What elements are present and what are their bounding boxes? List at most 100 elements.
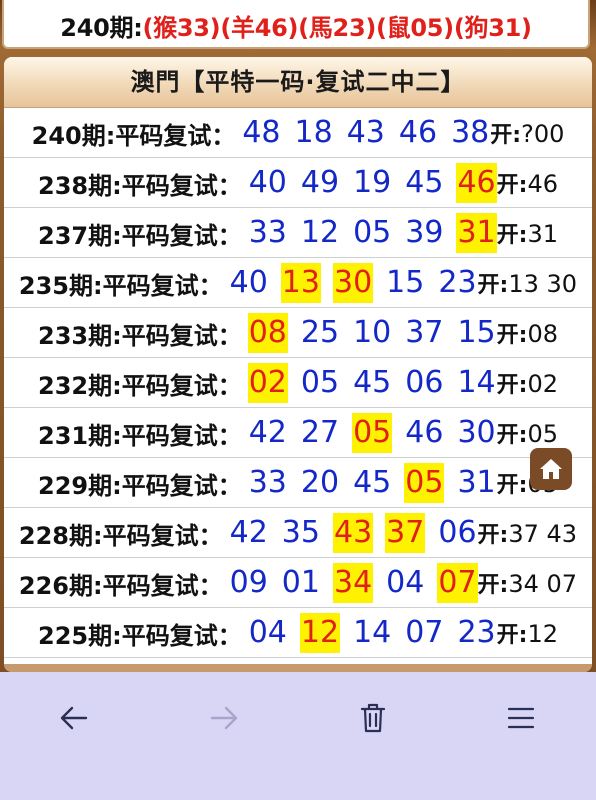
next-panel-edge — [4, 664, 592, 672]
menu-button[interactable] — [497, 698, 545, 738]
draw-result: 开:37 43 — [478, 517, 578, 549]
predicted-number: 42 — [229, 515, 268, 550]
predicted-number: 05 — [300, 365, 340, 400]
prediction-row: 235期:平码复试： 40 13 30 15 23 开:13 30 — [4, 258, 592, 308]
prediction-row: 231期:平码复试： 42 27 05 46 30 开:05 — [4, 408, 592, 458]
result-label: 开: — [477, 273, 509, 298]
predicted-number: 39 — [405, 215, 444, 250]
prediction-row-content: 225期:平码复试： 04 12 14 07 23 开:12 — [4, 608, 592, 658]
prediction-row: 228期:平码复试： 42 35 43 37 06 开:37 43 — [4, 508, 592, 558]
result-value: 08 — [527, 320, 558, 348]
result-value: 46 — [527, 170, 558, 198]
result-value: 05 — [527, 420, 558, 448]
menu-icon — [507, 707, 535, 729]
zodiac-summary-box: 240期:(猴33)(羊46)(馬23)(鼠05)(狗31) — [2, 0, 590, 49]
result-value: 13 30 — [508, 270, 578, 298]
issue-label: 228期:平码复试： — [18, 521, 223, 550]
home-icon — [540, 459, 562, 479]
hit-number: 13 — [280, 263, 321, 303]
panel-title: 澳門【平特一码·复试二中二】 — [4, 57, 592, 108]
draw-result: 开:05 — [497, 417, 558, 449]
predicted-number: 45 — [405, 165, 444, 200]
predicted-number: 19 — [353, 165, 392, 200]
predicted-number: 40 — [248, 165, 287, 200]
predicted-number: 09 — [229, 565, 268, 600]
issue-prefix: 240期: — [60, 14, 143, 42]
prediction-row-content: 231期:平码复试： 42 27 05 46 30 开:05 — [4, 408, 592, 458]
predicted-number: 25 — [300, 315, 340, 350]
predicted-number: 18 — [294, 115, 333, 150]
predicted-number: 23 — [457, 615, 496, 650]
predicted-number: 35 — [281, 515, 320, 550]
result-label: 开: — [496, 323, 528, 348]
predicted-number: 15 — [386, 265, 425, 300]
issue-label: 237期:平码复试： — [38, 221, 242, 250]
prediction-panel: 澳門【平特一码·复试二中二】 240期:平码复试： 48 18 43 46 38 开:?00… — [4, 57, 592, 672]
predicted-number: 43 — [346, 115, 385, 150]
delete-button[interactable] — [349, 698, 397, 738]
issue-label: 229期:平码复试： — [38, 471, 242, 500]
predicted-number: 14 — [457, 365, 496, 400]
browser-toolbar — [0, 672, 596, 800]
hit-number: 07 — [437, 563, 478, 603]
prediction-row-content: 233期:平码复试： 08 25 10 37 15 开:08 — [4, 308, 592, 358]
zodiac-summary-line: 240期:(猴33)(羊46)(馬23)(鼠05)(狗31) — [4, 8, 588, 43]
draw-result: 开:31 — [497, 217, 558, 249]
back-button[interactable] — [50, 698, 98, 738]
hit-number: 02 — [247, 363, 288, 403]
predicted-number: 49 — [300, 165, 340, 200]
predicted-number: 38 — [451, 115, 490, 150]
prediction-rows: 240期:平码复试： 48 18 43 46 38 开:?00 238期:平码复试： 40 49 1… — [4, 108, 592, 658]
predicted-number: 46 — [398, 115, 438, 150]
result-label: 开: — [496, 173, 528, 198]
issue-label: 232期:平码复试： — [38, 371, 242, 400]
predicted-number: 45 — [353, 365, 392, 400]
issue-label: 225期:平码复试： — [38, 621, 242, 650]
issue-label: 233期:平码复试： — [38, 321, 242, 350]
hit-number: 05 — [352, 413, 393, 453]
result-value: 34 07 — [508, 570, 578, 598]
predicted-number: 06 — [438, 515, 477, 550]
result-value: ?00 — [521, 120, 565, 148]
zodiac-list: (猴33)(羊46)(馬23)(鼠05)(狗31) — [142, 14, 532, 42]
predicted-number: 20 — [300, 465, 340, 500]
issue-label: 231期:平码复试： — [38, 421, 242, 450]
draw-result: 开:08 — [497, 317, 558, 349]
predicted-number: 12 — [300, 215, 340, 250]
prediction-row-content: 238期:平码复试： 40 49 19 45 46 开:46 — [4, 158, 592, 208]
result-value: 12 — [527, 620, 558, 648]
forward-button[interactable] — [200, 698, 248, 738]
predicted-number: 40 — [229, 265, 268, 300]
result-label: 开: — [496, 373, 528, 398]
draw-result: 开:34 07 — [478, 567, 578, 599]
predicted-number: 23 — [438, 265, 477, 300]
prediction-row: 232期:平码复试： 02 05 45 06 14 开:02 — [4, 358, 592, 408]
result-value: 02 — [527, 370, 558, 398]
prediction-row-content: 237期:平码复试： 33 12 05 39 31 开:31 — [4, 208, 592, 258]
result-label: 开: — [477, 573, 509, 598]
prediction-row: 237期:平码复试： 33 12 05 39 31 开:31 — [4, 208, 592, 258]
home-button[interactable] — [530, 448, 572, 490]
predicted-number: 10 — [353, 315, 392, 350]
prediction-row: 240期:平码复试： 48 18 43 46 38 开:?00 — [4, 108, 592, 158]
predicted-number: 15 — [457, 315, 496, 350]
predicted-number: 33 — [248, 465, 287, 500]
prediction-row: 233期:平码复试： 08 25 10 37 15 开:08 — [4, 308, 592, 358]
prediction-row-content: 240期:平码复试： 48 18 43 46 38 开:?00 — [4, 108, 592, 158]
prediction-row: 238期:平码复试： 40 49 19 45 46 开:46 — [4, 158, 592, 208]
predicted-number: 42 — [248, 415, 287, 450]
hit-number: 37 — [385, 513, 426, 553]
prediction-row: 229期:平码复试：3320450531开:05 — [4, 458, 592, 508]
result-label: 开: — [496, 473, 528, 498]
predicted-number: 01 — [281, 565, 320, 600]
back-arrow-icon — [60, 706, 88, 730]
result-value: 37 43 — [508, 520, 578, 548]
result-label: 开: — [496, 223, 528, 248]
predicted-number: 14 — [353, 615, 392, 650]
predicted-number: 05 — [353, 215, 392, 250]
predicted-number: 37 — [405, 315, 444, 350]
issue-label: 235期:平码复试： — [18, 271, 223, 300]
predicted-number: 45 — [353, 465, 392, 500]
prediction-row: 225期:平码复试： 04 12 14 07 23 开:12 — [4, 608, 592, 658]
predicted-number: 04 — [386, 565, 425, 600]
